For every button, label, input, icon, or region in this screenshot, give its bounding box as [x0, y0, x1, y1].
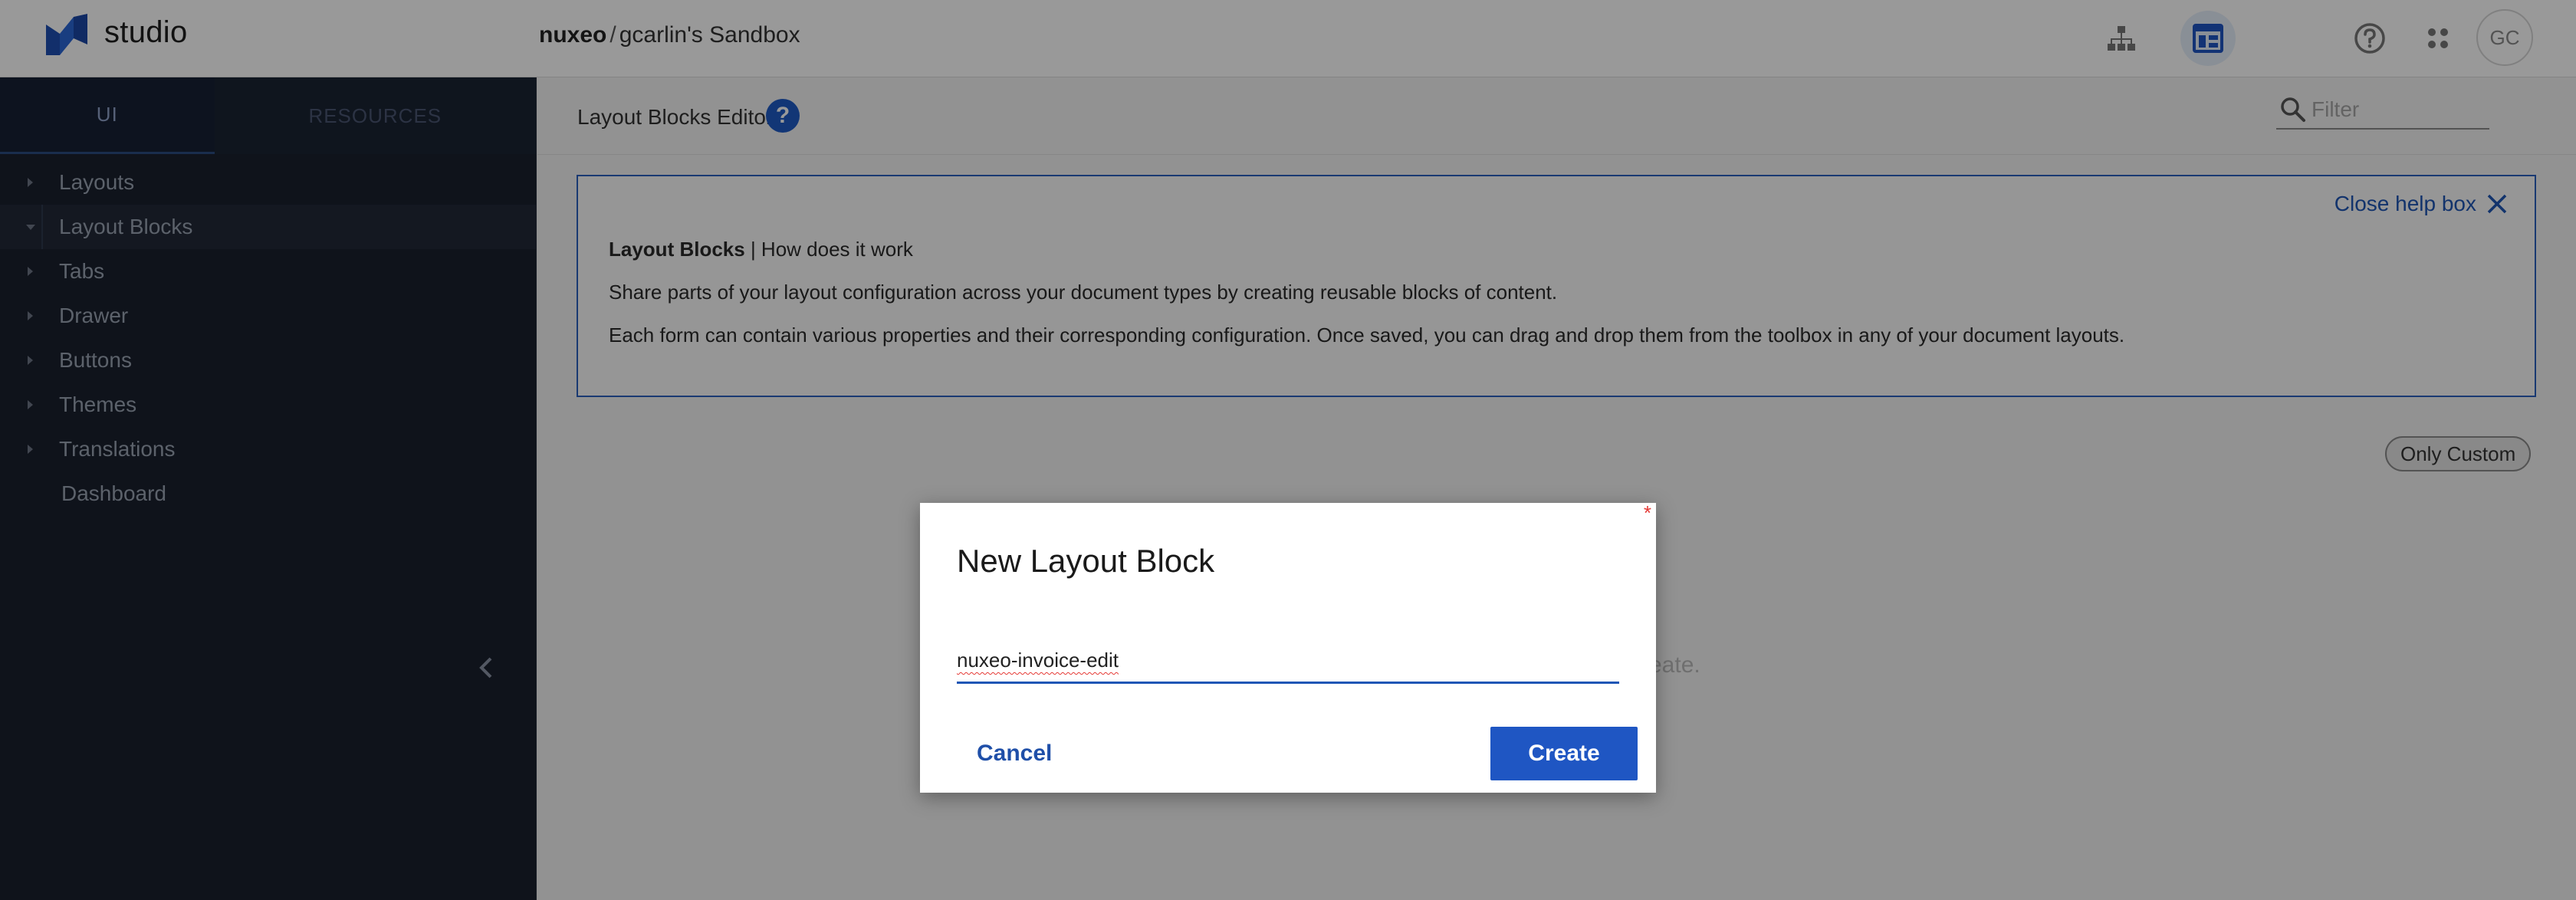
cancel-button[interactable]: Cancel: [977, 741, 1052, 767]
create-button[interactable]: Create: [1490, 727, 1638, 780]
layout-block-name-input[interactable]: nuxeo-invoice-edit: [957, 638, 1619, 684]
new-layout-block-dialog: * New Layout Block nuxeo-invoice-edit Ca…: [920, 501, 1656, 793]
dialog-title: New Layout Block: [957, 543, 1215, 579]
required-marker: *: [1643, 501, 1651, 524]
input-value: nuxeo-invoice-edit: [957, 649, 1119, 672]
